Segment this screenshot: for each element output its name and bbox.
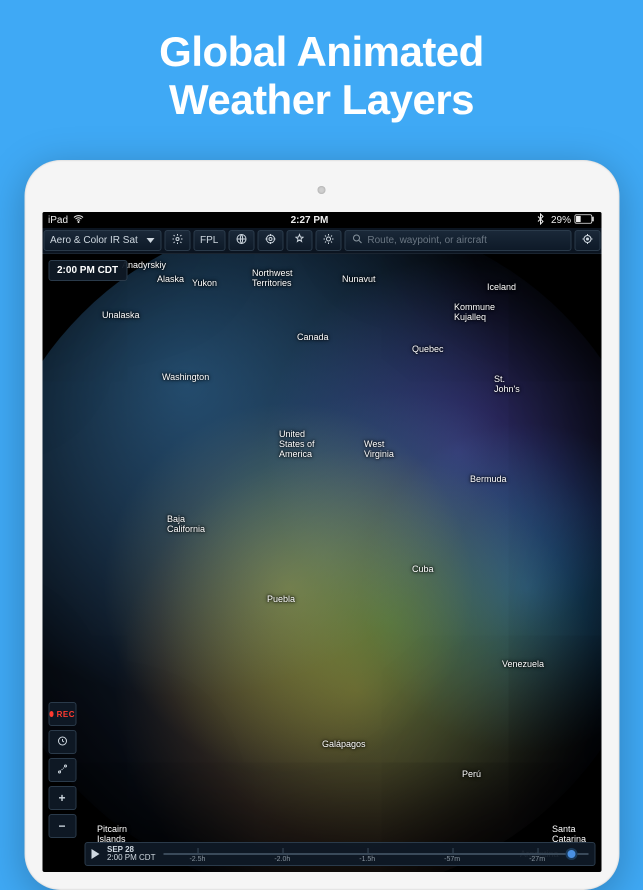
map-area[interactable]: AnadyrskiyAlaskaYukonNorthwestTerritorie… [42,254,601,872]
target-icon [264,233,276,248]
promo-title: Global Animated Weather Layers [0,0,643,125]
rec-label: REC [57,710,75,719]
record-button[interactable]: REC [48,702,76,726]
record-icon [49,711,54,717]
brightness-button[interactable] [315,230,341,251]
toolbar: Aero & Color IR Sat FPL [42,228,601,254]
star-plus-icon [293,233,305,248]
target-button[interactable] [257,230,283,251]
chevron-down-icon [146,238,154,243]
timeline-tick: -2.0h [274,856,290,863]
wifi-icon [72,213,84,228]
settings-button[interactable] [164,230,190,251]
route-tool-button[interactable] [48,758,76,782]
timeline: SEP 28 2:00 PM CDT -2.5h-2.0h-1.5h-57m-2… [84,842,595,866]
favorite-button[interactable] [286,230,312,251]
sun-icon [322,233,334,248]
timeline-tick: -27m [529,856,545,863]
timeline-tick: -57m [444,856,460,863]
clock-icon [56,735,68,750]
globe-icon [235,233,247,248]
search-input[interactable] [367,235,564,246]
left-tools: REC + − [48,702,76,838]
search-field[interactable] [344,230,571,251]
bluetooth-icon [535,213,547,228]
satellite-globe [42,254,601,872]
time-pill: 2:00 PM CDT [48,260,127,281]
locate-button[interactable] [574,230,600,251]
timeline-tick: -1.5h [359,856,375,863]
zoom-out-button[interactable]: − [48,814,76,838]
timeline-time-label: 2:00 PM CDT [107,854,155,862]
timeline-line [163,853,588,855]
gear-icon [171,233,183,248]
locate-icon [581,233,593,248]
layer-label: Aero & Color IR Sat [50,235,138,246]
promo-line1: Global Animated [0,28,643,76]
timeline-track[interactable]: -2.5h -2.0h -1.5h -57m -27m [163,843,588,865]
battery-icon [575,214,595,227]
timeline-date: SEP 28 2:00 PM CDT [107,846,155,862]
promo-line2: Weather Layers [0,76,643,124]
status-time: 2:27 PM [291,215,329,226]
layer-selector[interactable]: Aero & Color IR Sat [43,230,161,251]
device-label: iPad [48,215,68,226]
globe-button[interactable] [228,230,254,251]
route-icon [56,763,68,778]
map-label: SantaCatarina [552,824,586,844]
search-icon [351,233,363,248]
zoom-in-button[interactable]: + [48,786,76,810]
fpl-button[interactable]: FPL [193,230,225,251]
timeline-knob[interactable] [565,848,577,860]
app-screen: iPad 2:27 PM 29% Aero & Color IR Sat [42,212,601,872]
timeline-tick: -2.5h [189,856,205,863]
status-bar: iPad 2:27 PM 29% [42,212,601,228]
fpl-label: FPL [200,235,218,246]
tablet-frame: iPad 2:27 PM 29% Aero & Color IR Sat [24,160,619,890]
tablet-camera [318,186,326,194]
battery-label: 29% [551,215,571,226]
time-tool-button[interactable] [48,730,76,754]
